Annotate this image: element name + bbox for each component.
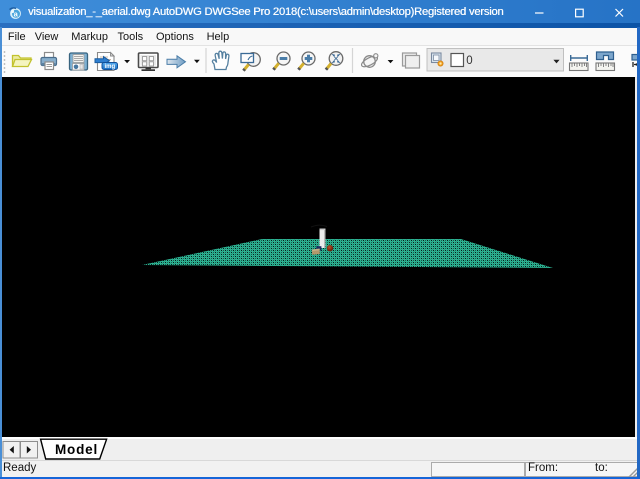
svg-text:img: img — [105, 64, 116, 70]
svg-text:0: 0 — [466, 55, 472, 67]
svg-text:Model: Model — [55, 442, 98, 457]
